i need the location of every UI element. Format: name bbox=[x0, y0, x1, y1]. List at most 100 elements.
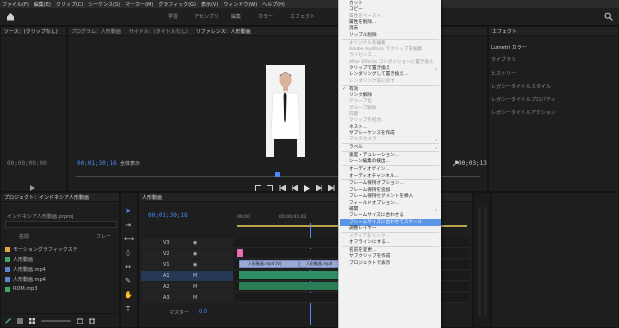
right-panel-item[interactable]: レガシータイトルプロパティ bbox=[488, 93, 619, 105]
text-tool-icon[interactable]: T bbox=[124, 305, 132, 313]
title-clip[interactable] bbox=[237, 249, 243, 257]
workspace-assembly[interactable]: アセンブリ bbox=[194, 13, 219, 20]
audio-clip[interactable] bbox=[239, 282, 339, 290]
project-footer bbox=[1, 313, 121, 327]
program-timecode[interactable]: 00;01;30;16 bbox=[77, 160, 117, 167]
right-panel-item[interactable]: レガシータイトルアクション bbox=[488, 106, 619, 118]
fit-dropdown[interactable]: 全体表示 bbox=[120, 160, 140, 167]
project-panel: プロジェクト：インドネシア人形動画 インドネシア人形動画.prproj 名前 フ… bbox=[0, 192, 121, 328]
context-menu-item[interactable]: プロジェクトで表示 bbox=[349, 260, 439, 267]
trash-icon[interactable] bbox=[89, 318, 95, 324]
track-header[interactable]: V3 ◉ bbox=[141, 238, 233, 248]
play-icon[interactable] bbox=[29, 185, 35, 191]
slip-tool-icon[interactable]: ↔ bbox=[124, 263, 132, 271]
workspace-color[interactable]: カラー bbox=[258, 13, 273, 20]
master-label: マスター bbox=[169, 310, 190, 316]
ruler-label: 00;00;01;02 bbox=[279, 215, 307, 220]
right-panel-item[interactable]: ライブラリ bbox=[488, 53, 619, 65]
eye-icon[interactable]: ◉ bbox=[193, 240, 197, 246]
menu-item[interactable]: マーカー(M) bbox=[125, 1, 153, 8]
step-forward-icon[interactable] bbox=[316, 185, 322, 191]
source-panel-tab[interactable]: ソース：(クリップなし) bbox=[4, 28, 58, 35]
mute-icon[interactable]: M bbox=[193, 273, 197, 279]
workspace-learn[interactable]: 学習 bbox=[168, 13, 178, 20]
project-path: インドネシア人形動画.prproj bbox=[7, 214, 74, 220]
ripple-edit-icon[interactable]: ⟷ bbox=[124, 235, 134, 243]
project-panel-tab[interactable]: プロジェクト：インドネシア人形動画 bbox=[4, 194, 89, 201]
project-item-name: ROM.mp3 bbox=[13, 286, 38, 292]
menu-item[interactable]: クリップ(C) bbox=[56, 1, 83, 8]
menu-item[interactable]: ファイル(F) bbox=[2, 1, 29, 8]
video-clip[interactable]: 人形動画.mp4 [V] bbox=[299, 260, 339, 272]
list-view-icon[interactable] bbox=[17, 318, 23, 324]
project-item-name: 人形動画.mp4 bbox=[13, 266, 46, 273]
project-item[interactable]: モーショングラフィックステ bbox=[5, 245, 115, 253]
track-header[interactable]: A2 M bbox=[141, 282, 233, 292]
workspace-edit[interactable]: 編集 bbox=[231, 13, 241, 20]
razor-tool-icon[interactable]: ◊ bbox=[124, 249, 132, 257]
mark-in-icon[interactable] bbox=[255, 185, 261, 191]
timeline-tab[interactable]: 人形動画 bbox=[142, 194, 162, 201]
search-icon[interactable] bbox=[604, 12, 613, 21]
track-header[interactable]: V1 ◉ bbox=[141, 260, 233, 270]
eye-icon[interactable]: ◉ bbox=[193, 251, 197, 257]
eye-icon[interactable]: ◉ bbox=[193, 262, 197, 268]
meter-bar-left bbox=[478, 207, 481, 317]
project-item[interactable]: 人形動画.mp4 bbox=[5, 265, 115, 273]
right-panel-item[interactable]: レガシータイトルスタイル bbox=[488, 80, 619, 92]
menu-item[interactable]: グラフィック(G) bbox=[158, 1, 196, 8]
track-header[interactable]: A3 M bbox=[141, 293, 233, 303]
effect-controls-area bbox=[491, 192, 619, 328]
menu-item[interactable]: ウィンドウ(W) bbox=[223, 1, 257, 8]
new-bin-icon[interactable] bbox=[77, 318, 83, 324]
column-name-header[interactable]: 名前 bbox=[19, 233, 29, 240]
project-item[interactable]: 人形動画.mp4 bbox=[5, 275, 115, 283]
mark-out-icon[interactable] bbox=[267, 185, 273, 191]
step-back-icon[interactable] bbox=[292, 185, 298, 191]
track-label: A3 bbox=[163, 295, 170, 301]
playhead-marker[interactable] bbox=[275, 172, 280, 177]
menu-item[interactable]: 表示(V) bbox=[201, 1, 218, 8]
menu-item[interactable]: 編集(E) bbox=[34, 1, 51, 8]
project-search-input[interactable] bbox=[5, 221, 117, 228]
mute-icon[interactable]: M bbox=[193, 284, 197, 290]
track-header[interactable]: V2 ◉ bbox=[141, 249, 233, 259]
track-header[interactable]: A1 M bbox=[141, 271, 233, 281]
menu-bar: ファイル(F) 編集(E) クリップ(C) シーケンス(S) マーカー(M) グラフィック… bbox=[0, 0, 619, 8]
right-panel-item[interactable]: Lumetri カラー bbox=[488, 41, 619, 53]
pen-tool-icon[interactable]: ✎ bbox=[124, 277, 132, 285]
menu-item[interactable]: シーケンス(S) bbox=[88, 1, 120, 8]
mute-icon[interactable]: M bbox=[193, 295, 197, 301]
submenu-arrow-icon: › bbox=[435, 66, 437, 71]
label-swatch bbox=[5, 276, 10, 282]
source-panel: ソース：(クリップなし) 00;00;00;00 bbox=[0, 26, 67, 192]
play-button-icon[interactable] bbox=[304, 184, 310, 192]
video-frame bbox=[266, 65, 305, 157]
track-label: A1 bbox=[163, 273, 170, 279]
audio-clip[interactable] bbox=[239, 271, 339, 279]
track-select-icon[interactable]: ⇥ bbox=[124, 221, 132, 229]
right-panel-item[interactable]: ヒストリー bbox=[488, 67, 619, 79]
tab-program[interactable]: プログラム：人形動画 bbox=[71, 28, 121, 35]
tab-reference[interactable]: リファレンス：人形動画 bbox=[196, 28, 251, 35]
project-item[interactable]: ROM.mp3 bbox=[5, 285, 115, 293]
timeline-timecode[interactable]: 00;01;30;16 bbox=[148, 212, 188, 219]
workspace-effects[interactable]: エフェクト bbox=[290, 13, 315, 20]
grid-view-icon[interactable] bbox=[29, 317, 35, 324]
home-icon[interactable] bbox=[6, 12, 15, 21]
pencil-icon[interactable] bbox=[5, 317, 11, 324]
project-item-name: モーショングラフィックステ bbox=[13, 246, 78, 253]
go-to-in-icon[interactable] bbox=[279, 185, 286, 191]
hand-tool-icon[interactable]: ✋ bbox=[124, 291, 133, 299]
video-clip[interactable]: 人形動画.mp4 [V] bbox=[239, 260, 299, 268]
effects-panel-tab[interactable]: エフェクト bbox=[492, 28, 517, 35]
tab-sidle[interactable]: サイドル：(タイトルなし) bbox=[129, 28, 188, 35]
project-item[interactable]: 人形動画 bbox=[5, 255, 115, 263]
selection-tool-icon[interactable]: ➤ bbox=[124, 207, 132, 215]
zoom-slider[interactable] bbox=[41, 319, 71, 322]
go-to-out-icon[interactable] bbox=[328, 185, 335, 191]
column-framerate-header[interactable]: フレー bbox=[96, 233, 111, 240]
menu-item[interactable]: ヘルプ(H) bbox=[262, 1, 285, 8]
master-value[interactable]: 0.0 bbox=[199, 309, 207, 315]
label-swatch bbox=[5, 246, 10, 252]
